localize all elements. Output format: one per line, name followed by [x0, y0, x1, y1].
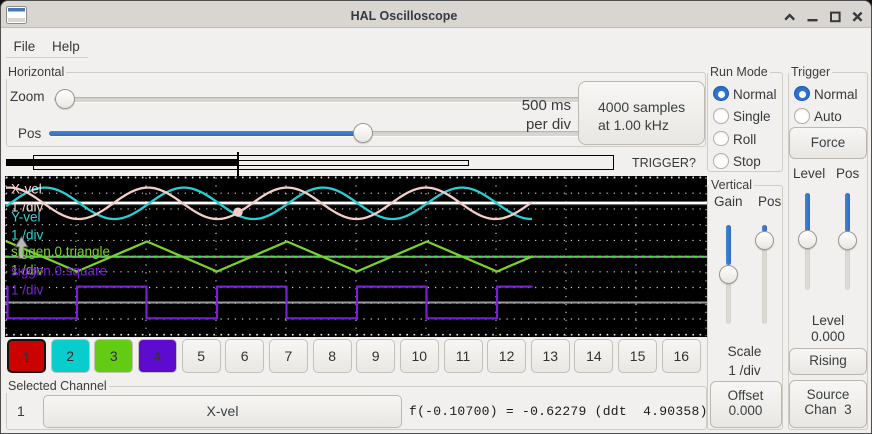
svg-text:1 /div: 1 /div: [11, 228, 44, 243]
svg-text:Y-vel: Y-vel: [11, 210, 41, 225]
svg-text:siggen.0.square: siggen.0.square: [11, 264, 107, 279]
svg-text:1 /div: 1 /div: [11, 283, 44, 298]
svg-text:siggen.0.triangle: siggen.0.triangle: [11, 244, 110, 259]
svg-text:X-vel: X-vel: [11, 182, 42, 197]
